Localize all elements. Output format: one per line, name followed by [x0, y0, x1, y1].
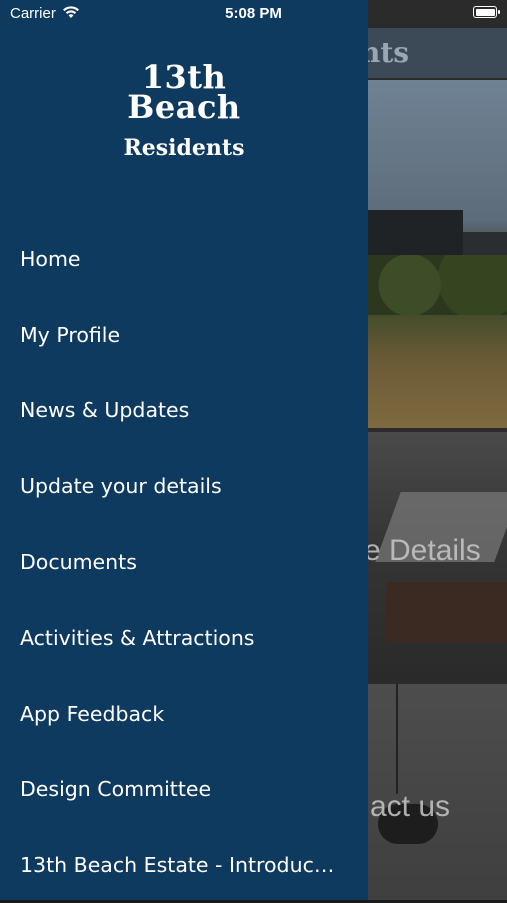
navigation-drawer: 13th Beach Residents Home My Profile New…	[0, 0, 368, 900]
menu-item-label: App Feedback	[20, 701, 165, 726]
menu-item-design-committee[interactable]: Design Committee	[0, 752, 368, 828]
menu-item-label: Documents	[20, 550, 137, 575]
tile-label-contact: act us	[370, 790, 451, 823]
clock: 5:08 PM	[225, 5, 282, 22]
menu-item-label: 13th Beach Estate - Introduction	[20, 853, 340, 878]
menu-item-my-profile[interactable]: My Profile	[0, 297, 368, 373]
menu-item-estate-introduction[interactable]: 13th Beach Estate - Introduction	[0, 827, 368, 903]
menu-item-news-updates[interactable]: News & Updates	[0, 373, 368, 449]
app-logo: 13th Beach Residents	[0, 61, 368, 161]
menu-item-update-details[interactable]: Update your details	[0, 448, 368, 524]
menu-item-documents[interactable]: Documents	[0, 524, 368, 600]
background-tile-news[interactable]	[368, 80, 507, 428]
logo-line-2: Beach	[127, 88, 241, 126]
menu-item-label: News & Updates	[20, 398, 190, 423]
drawer-menu: Home My Profile News & Updates Update yo…	[0, 221, 368, 903]
logo-line-3: Residents	[123, 135, 245, 161]
phone-cord-image	[396, 684, 398, 794]
status-bar: Carrier 5:08 PM	[0, 0, 507, 28]
menu-item-home[interactable]: Home	[0, 221, 368, 297]
menu-item-label: Update your details	[20, 474, 222, 499]
menu-item-label: My Profile	[20, 322, 121, 347]
menu-item-app-feedback[interactable]: App Feedback	[0, 676, 368, 752]
menu-item-label: Activities & Attractions	[20, 625, 255, 650]
menu-item-label: Design Committee	[20, 777, 212, 802]
menu-item-label: Home	[20, 246, 81, 271]
menu-item-activities-attractions[interactable]: Activities & Attractions	[0, 600, 368, 676]
trees-image	[368, 255, 507, 315]
tile-label-update-details: e Details	[364, 534, 481, 567]
battery-icon	[473, 6, 500, 18]
notebook-image	[386, 582, 507, 642]
